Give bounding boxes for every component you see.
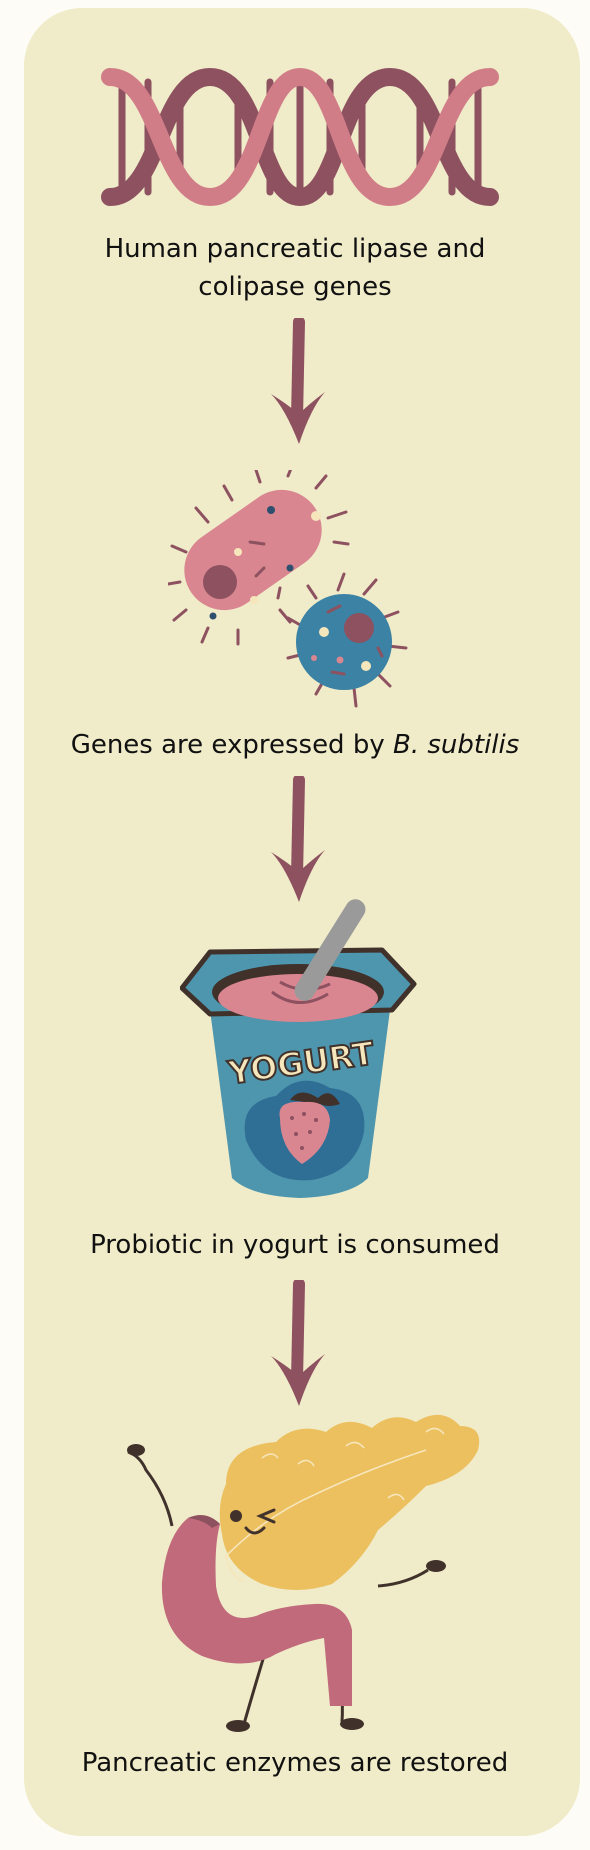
step-4-label: Pancreatic enzymes are restored — [81, 1748, 509, 1778]
step-3-label: Probiotic in yogurt is consumed — [90, 1230, 500, 1260]
arrow-down-icon — [271, 1280, 325, 1406]
step-1-label: Human pancreatic lipase and colipase gen… — [104, 234, 486, 302]
dna-helix-icon — [101, 67, 499, 207]
bacteria-icon — [168, 470, 408, 708]
pancreas-character-icon — [127, 1414, 480, 1732]
arrow-down-icon — [271, 776, 325, 902]
step-2-label: Genes are expressed by B. subtilis — [70, 730, 520, 760]
yogurt-cup-icon: YOGURT — [180, 899, 417, 1198]
arrow-down-icon — [271, 318, 325, 444]
